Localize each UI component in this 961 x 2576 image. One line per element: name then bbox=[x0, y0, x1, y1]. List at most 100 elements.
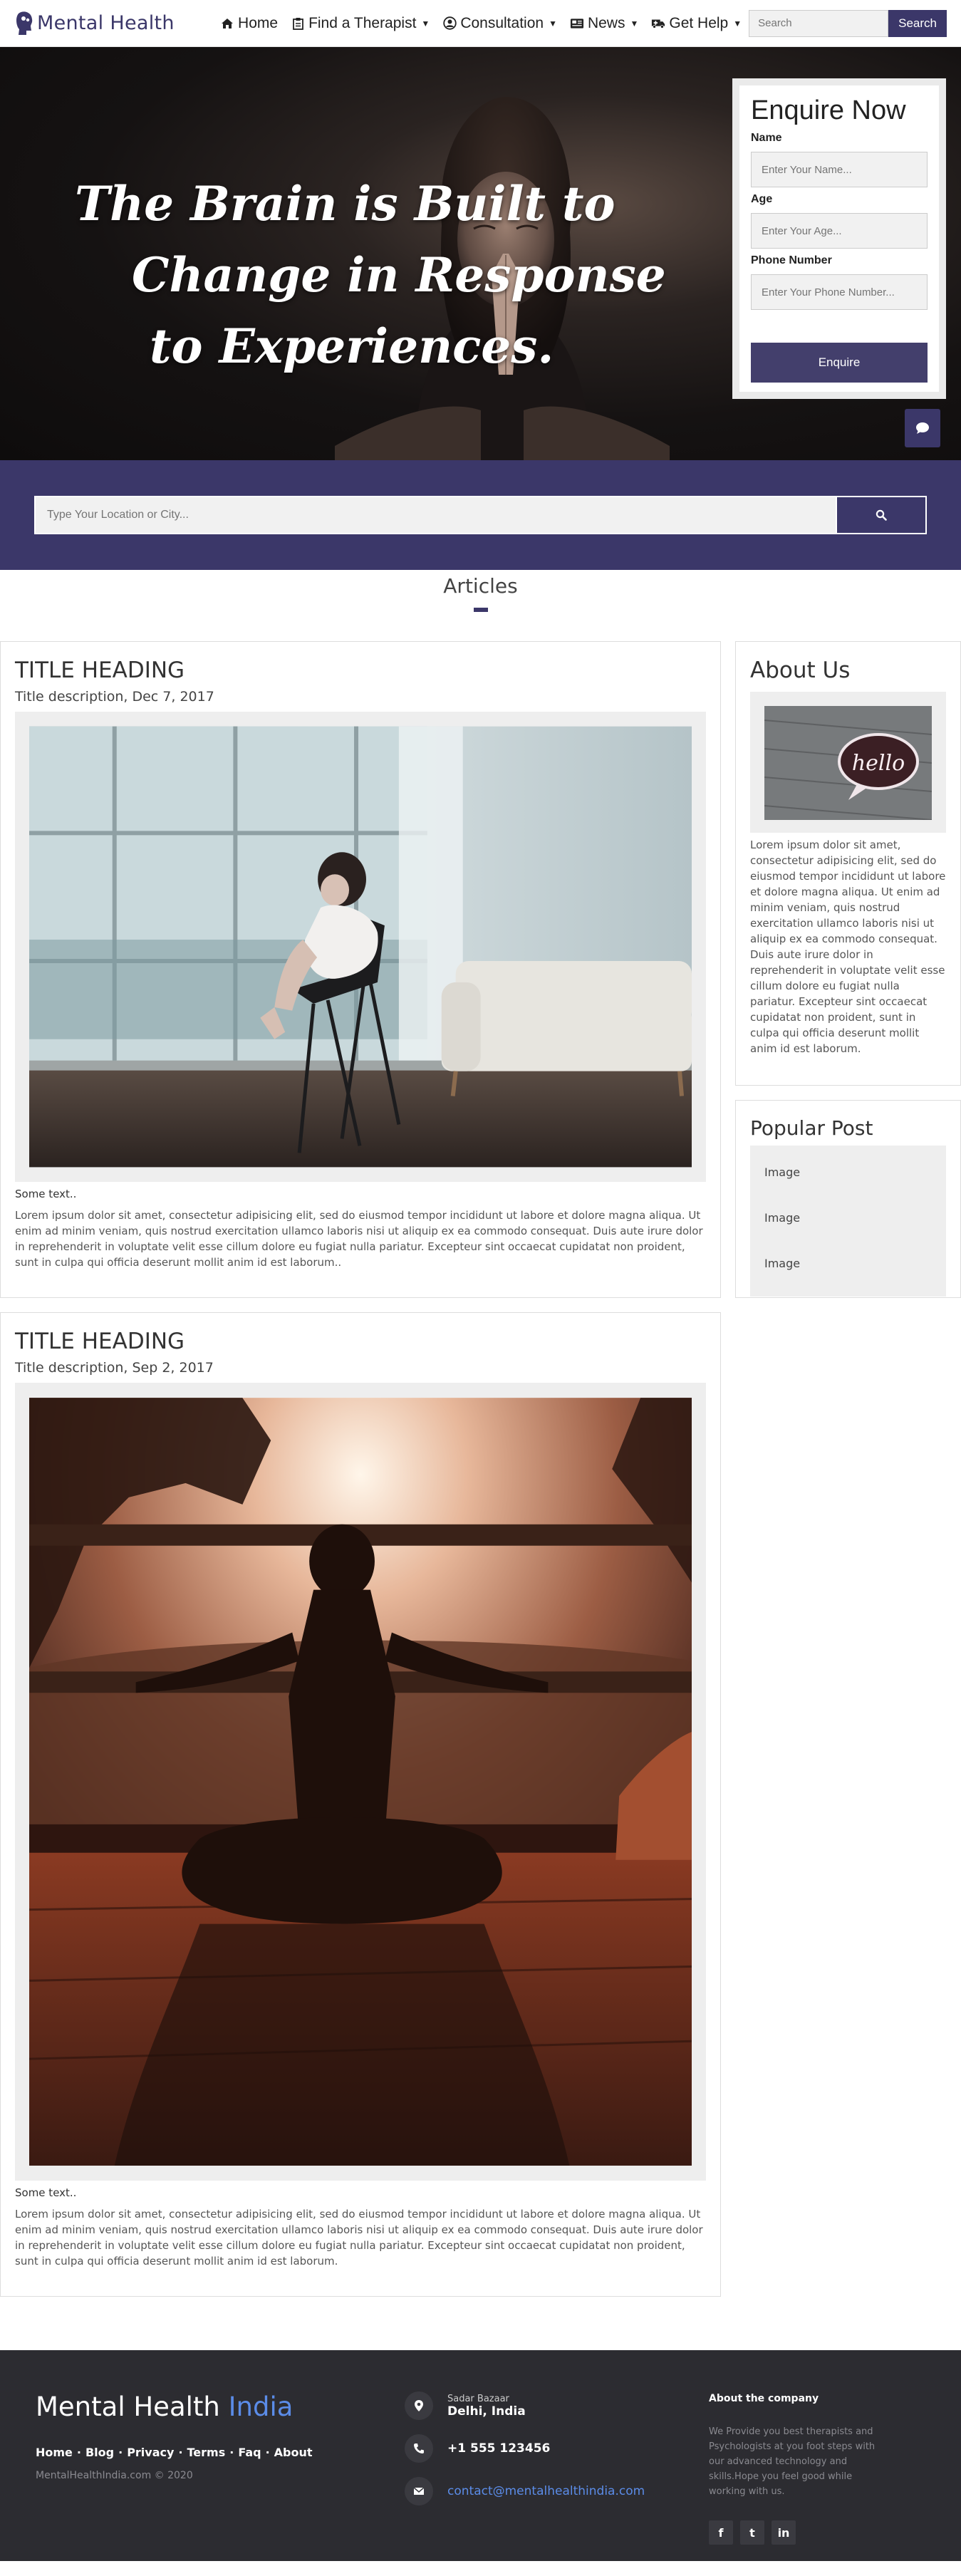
chevron-down-icon: ▼ bbox=[549, 18, 557, 28]
article-image-woman-on-chair[interactable] bbox=[29, 726, 692, 1168]
ambulance-icon bbox=[651, 16, 665, 31]
article-body: Lorem ipsum dolor sit amet, consectetur … bbox=[15, 2208, 703, 2268]
nav-home-label: Home bbox=[238, 14, 279, 31]
footer-about: About the company We Provide you best th… bbox=[709, 2393, 887, 2545]
site-footer: Mental Health India Home · Blog · Privacy ·… bbox=[0, 2350, 961, 2561]
location-input[interactable] bbox=[36, 497, 836, 533]
main-content: TITLE HEADING Title description, Dec 7, … bbox=[0, 641, 961, 2311]
articles-header: Articles bbox=[0, 570, 961, 641]
article-title[interactable]: TITLE HEADING bbox=[15, 1329, 706, 1354]
facebook-icon[interactable]: f bbox=[709, 2520, 733, 2545]
popular-post-list: Image Image Image bbox=[750, 1146, 946, 1297]
clipboard-icon bbox=[291, 16, 305, 31]
twitter-icon[interactable]: t bbox=[740, 2520, 764, 2545]
hero-banner: The Brain is Built to Change in Response… bbox=[0, 47, 961, 460]
footer-brand-main: Mental Health bbox=[36, 2391, 220, 2422]
user-circle-icon bbox=[442, 16, 457, 31]
enquire-title: Enquire Now bbox=[751, 95, 906, 125]
phone-number[interactable]: +1 555 123456 bbox=[447, 2441, 550, 2456]
nav-search: Search bbox=[749, 9, 947, 37]
nav-consultation-label: Consultation bbox=[460, 14, 544, 31]
article-description: Title description, Sep 2, 2017 bbox=[15, 1360, 214, 1376]
article-description: Title description, Dec 7, 2017 bbox=[15, 689, 214, 705]
linkedin-icon[interactable]: in bbox=[772, 2520, 796, 2545]
name-label: Name bbox=[751, 132, 782, 144]
footer-brand: Mental Health India bbox=[36, 2391, 293, 2422]
about-image-hello-sign: hello bbox=[764, 706, 933, 821]
article-title[interactable]: TITLE HEADING bbox=[15, 658, 706, 683]
enquire-button[interactable]: Enquire bbox=[751, 343, 928, 383]
about-us-text: Lorem ipsum dolor sit amet, consectetur … bbox=[750, 838, 946, 1055]
map-marker-icon bbox=[405, 2391, 433, 2420]
article-image-meditation[interactable] bbox=[29, 1397, 692, 2166]
footer-about-title: About the company bbox=[709, 2393, 819, 2404]
search-input[interactable] bbox=[749, 9, 889, 37]
popular-post-item[interactable]: Image bbox=[764, 1244, 932, 1289]
nav-find-therapist-label: Find a Therapist bbox=[308, 14, 417, 31]
footer-about-text: We Provide you best therapists and Psych… bbox=[709, 2426, 876, 2497]
location-search-button[interactable] bbox=[836, 497, 925, 533]
footer-link-blog[interactable]: Blog bbox=[85, 2446, 114, 2459]
address-line-1: Sadar Bazaar bbox=[447, 2393, 509, 2404]
article-some-text: Some text.. bbox=[15, 2186, 77, 2199]
link-separator: · bbox=[76, 2446, 81, 2459]
article-card: TITLE HEADING Title description, Dec 7, … bbox=[0, 641, 721, 1298]
social-links: f t in bbox=[709, 2520, 887, 2545]
nav-consultation[interactable]: Consultation ▼ bbox=[442, 15, 557, 32]
link-separator: · bbox=[229, 2446, 234, 2459]
footer-phone: +1 555 123456 bbox=[405, 2434, 645, 2463]
footer-link-terms[interactable]: Terms bbox=[187, 2446, 226, 2459]
nav-get-help[interactable]: Get Help ▼ bbox=[651, 15, 742, 32]
footer-address: Sadar Bazaar Delhi, India bbox=[405, 2391, 645, 2420]
phone-label: Phone Number bbox=[751, 254, 832, 266]
envelope-icon bbox=[405, 2477, 433, 2505]
age-label: Age bbox=[751, 193, 773, 205]
brand-name: Mental Health bbox=[37, 12, 175, 34]
sidebar: About Us hello Lorem ipsum dolor sit ame… bbox=[735, 641, 961, 2311]
sofa bbox=[441, 960, 692, 1071]
svg-text:hello: hello bbox=[852, 751, 905, 776]
nav-find-therapist[interactable]: Find a Therapist ▼ bbox=[291, 15, 430, 32]
popular-post-card: Popular Post Image Image Image bbox=[735, 1100, 961, 1298]
enquire-form: Enquire Now Name Age Phone Number Enquir… bbox=[732, 78, 946, 399]
articles-column: TITLE HEADING Title description, Dec 7, … bbox=[0, 641, 721, 2311]
main-menu: Home Find a Therapist ▼ Consultation ▼ N… bbox=[220, 15, 742, 32]
footer-email: contact@mentalhealthindia.com bbox=[405, 2477, 645, 2505]
nav-home[interactable]: Home bbox=[220, 15, 278, 32]
hero-headline-line-1: The Brain is Built to bbox=[75, 176, 615, 232]
footer-link-privacy[interactable]: Privacy bbox=[127, 2446, 174, 2459]
about-us-card: About Us hello Lorem ipsum dolor sit ame… bbox=[735, 641, 961, 1086]
nav-get-help-label: Get Help bbox=[669, 14, 729, 31]
email-link[interactable]: contact@mentalhealthindia.com bbox=[447, 2484, 645, 2498]
location-search-group bbox=[34, 496, 927, 534]
footer-brand-accent: India bbox=[228, 2391, 294, 2422]
hero-headline-line-3: to Experiences. bbox=[150, 318, 554, 374]
footer-contact: Sadar Bazaar Delhi, India +1 555 123456 … bbox=[405, 2391, 645, 2520]
name-field[interactable] bbox=[751, 152, 928, 187]
link-separator: · bbox=[265, 2446, 270, 2459]
footer-link-about[interactable]: About bbox=[274, 2446, 313, 2459]
popular-post-item[interactable]: Image bbox=[764, 1153, 932, 1198]
article-card: TITLE HEADING Title description, Sep 2, … bbox=[0, 1312, 721, 2297]
phone-field[interactable] bbox=[751, 274, 928, 310]
title-underline bbox=[473, 608, 488, 612]
chevron-down-icon: ▼ bbox=[421, 18, 430, 28]
about-us-title: About Us bbox=[750, 658, 851, 683]
nav-news[interactable]: News ▼ bbox=[570, 15, 638, 32]
article-image-frame bbox=[15, 1383, 706, 2181]
brand-logo[interactable]: Mental Health bbox=[14, 11, 175, 36]
chevron-down-icon: ▼ bbox=[733, 18, 742, 28]
chat-bubble-icon bbox=[916, 422, 929, 434]
popular-post-item[interactable]: Image bbox=[764, 1198, 932, 1244]
hero-headline-line-2: Change in Response bbox=[132, 247, 666, 303]
article-image-frame bbox=[15, 712, 706, 1182]
location-search-bar bbox=[0, 460, 961, 570]
newspaper-icon bbox=[570, 16, 584, 31]
footer-link-home[interactable]: Home bbox=[36, 2446, 73, 2459]
address-line-2: Delhi, India bbox=[447, 2404, 526, 2419]
search-button[interactable]: Search bbox=[888, 9, 947, 37]
article-some-text: Some text.. bbox=[15, 1188, 77, 1200]
chat-button[interactable] bbox=[905, 409, 940, 447]
footer-link-faq[interactable]: Faq bbox=[238, 2446, 261, 2459]
age-field[interactable] bbox=[751, 213, 928, 249]
